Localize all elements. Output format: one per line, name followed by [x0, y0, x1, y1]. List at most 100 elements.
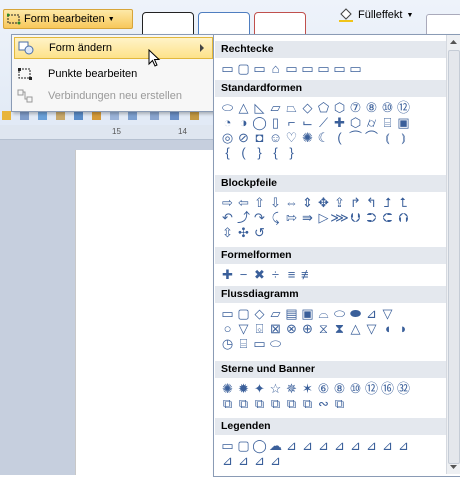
shape-item[interactable]: ⧖ — [316, 321, 331, 336]
shape-item[interactable]: ▯ — [268, 115, 283, 130]
shape-item[interactable]: ⧉ — [252, 396, 267, 411]
shape-item[interactable]: ◯ — [252, 115, 267, 130]
shape-item[interactable]: ☁ — [268, 438, 283, 453]
shape-item[interactable]: ( — [236, 145, 251, 160]
shape-item[interactable]: ⬭ — [332, 306, 347, 321]
shape-item[interactable]: ⌓ — [316, 306, 331, 321]
shape-item[interactable]: ▽ — [236, 321, 251, 336]
shape-item[interactable]: ≡ — [284, 267, 299, 282]
shape-item[interactable]: ⌺ — [252, 321, 267, 336]
shape-item[interactable]: ☺ — [268, 130, 283, 145]
shape-item[interactable]: ✵ — [284, 381, 299, 396]
shape-item[interactable]: ◖ — [380, 321, 395, 336]
shape-item[interactable]: ▭ — [316, 61, 331, 76]
shape-item[interactable]: ◎ — [220, 130, 235, 145]
shape-item[interactable]: ⧉ — [220, 396, 235, 411]
shape-item[interactable]: ⬭ — [268, 336, 283, 351]
shape-item[interactable]: ⊿ — [220, 453, 235, 468]
shape-item[interactable]: ⊿ — [236, 453, 251, 468]
shape-item[interactable]: ∾ — [316, 396, 331, 411]
shape-item[interactable]: ⑫ — [364, 381, 379, 396]
shape-item[interactable]: ▭ — [252, 61, 267, 76]
shape-item[interactable]: ↶ — [220, 210, 235, 225]
shape-item[interactable]: ◘ — [252, 130, 267, 145]
shape-item[interactable]: ⇰ — [284, 210, 299, 225]
shape-item[interactable]: ⌂ — [268, 61, 283, 76]
shape-item[interactable]: ⬠ — [316, 100, 331, 115]
shape-item[interactable]: ▭ — [348, 61, 363, 76]
shape-item[interactable]: ▢ — [236, 438, 251, 453]
shape-item[interactable]: ◇ — [252, 306, 267, 321]
shape-item[interactable]: ▢ — [236, 61, 251, 76]
shape-item[interactable]: ⑯ — [380, 381, 395, 396]
shape-item[interactable]: ⌐ — [284, 115, 299, 130]
shape-item[interactable]: ⋙ — [330, 210, 349, 225]
shape-item[interactable]: ⇛ — [300, 210, 315, 225]
shape-item[interactable]: ÷ — [268, 267, 283, 282]
shape-item[interactable]: ◯ — [252, 438, 267, 453]
shape-item[interactable]: ◗ — [396, 321, 411, 336]
shape-item[interactable]: ⤴ — [236, 210, 251, 225]
shape-item[interactable]: ⇨ — [220, 195, 235, 210]
shape-item[interactable]: ▷ — [316, 210, 331, 225]
shape-item[interactable]: ⧉ — [332, 396, 347, 411]
scroll-up-icon[interactable] — [449, 37, 458, 48]
shape-item[interactable]: ⊿ — [348, 438, 363, 453]
shape-item[interactable]: ⬭ — [220, 100, 235, 115]
shape-item[interactable]: ( — [332, 130, 347, 145]
shape-item[interactable]: − — [236, 267, 251, 282]
shape-item[interactable]: ⊿ — [332, 438, 347, 453]
shape-item[interactable]: ⊘ — [236, 130, 251, 145]
shape-item[interactable]: ⊿ — [252, 453, 267, 468]
shape-item[interactable]: ⑧ — [364, 100, 379, 115]
shape-item[interactable]: ⊿ — [268, 453, 283, 468]
shape-item[interactable]: ⬬ — [348, 306, 363, 321]
shape-item[interactable]: △ — [236, 100, 251, 115]
shape-item[interactable]: ⟋ — [316, 115, 331, 130]
shape-item[interactable]: ⇦ — [236, 195, 251, 210]
shape-item[interactable]: { — [220, 145, 235, 160]
shape-item[interactable]: ⊠ — [268, 321, 283, 336]
shape-item[interactable]: ▭ — [284, 61, 299, 76]
shape-item[interactable]: ✹ — [236, 381, 251, 396]
shape-item[interactable]: ⦆ — [396, 130, 411, 145]
shape-item[interactable]: ↺ — [252, 225, 267, 240]
shape-item[interactable]: ⊿ — [364, 306, 379, 321]
shape-item[interactable]: ⬡ — [348, 115, 363, 130]
shape-item[interactable]: ⮈ — [380, 210, 395, 225]
shape-item[interactable]: ▭ — [220, 306, 235, 321]
shape-item[interactable]: { — [268, 145, 283, 160]
shape-item[interactable]: △ — [348, 321, 363, 336]
shape-item[interactable]: ⏜ — [348, 130, 363, 145]
shape-item[interactable]: ◷ — [220, 336, 235, 351]
shape-item[interactable]: ⊿ — [316, 438, 331, 453]
shape-item[interactable]: ⧉ — [236, 396, 251, 411]
shape-item[interactable]: ↱ — [348, 195, 363, 210]
shape-item[interactable]: ↰ — [364, 195, 379, 210]
shape-item[interactable]: ⊗ — [284, 321, 299, 336]
shape-item[interactable]: ◔ — [220, 115, 235, 130]
shape-item[interactable]: ⌸ — [236, 336, 251, 351]
gallery-scrollbar[interactable] — [446, 35, 460, 474]
shape-item[interactable]: ⌸ — [380, 115, 395, 130]
reroute-connectors-item[interactable]: Verbindungen neu erstellen — [14, 85, 213, 107]
shape-item[interactable]: ⮤ — [396, 195, 411, 210]
shape-item[interactable]: ⑦ — [348, 100, 363, 115]
shape-item[interactable]: ⧉ — [284, 396, 299, 411]
shape-item[interactable]: ▭ — [220, 61, 235, 76]
shape-item[interactable]: ✚ — [332, 115, 347, 130]
shape-item[interactable]: ▭ — [252, 336, 267, 351]
shape-item[interactable]: ⧗ — [332, 321, 347, 336]
scroll-thumb[interactable] — [448, 50, 460, 464]
shape-item[interactable]: ✺ — [300, 130, 315, 145]
fill-effect-button[interactable]: Fülleffekt ▼ — [338, 8, 413, 22]
shape-item[interactable]: ⑫ — [396, 100, 411, 115]
shape-item[interactable]: ♡ — [284, 130, 299, 145]
shape-item[interactable]: ⧉ — [268, 396, 283, 411]
shape-item[interactable]: ✶ — [300, 381, 315, 396]
shape-item[interactable]: ☾ — [316, 130, 331, 145]
shape-item[interactable]: ▭ — [332, 61, 347, 76]
shape-item[interactable]: ◇ — [300, 100, 315, 115]
shape-item[interactable]: ⌭ — [364, 115, 379, 130]
shape-item[interactable]: ⇧ — [252, 195, 267, 210]
